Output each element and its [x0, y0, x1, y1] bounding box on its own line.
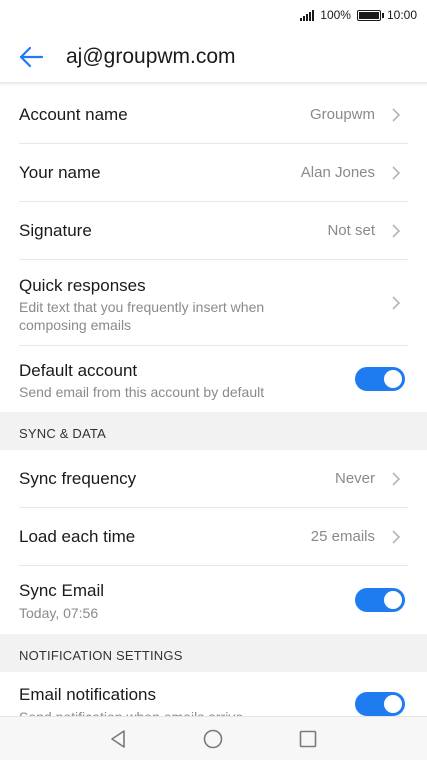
sync-email-row[interactable]: Sync Email Today, 07:56 [0, 566, 427, 634]
chevron-right-icon [392, 296, 401, 310]
page-title: aj@groupwm.com [66, 45, 236, 68]
chevron-right-icon [392, 472, 401, 486]
app-bar: aj@groupwm.com [0, 30, 427, 82]
system-nav-bar [0, 716, 427, 760]
circle-home-icon[interactable] [202, 728, 224, 750]
default-account-toggle[interactable] [355, 367, 405, 391]
your-name-label: Your name [19, 163, 101, 182]
settings-list[interactable]: Account name Groupwm Your name Alan Jone… [0, 86, 427, 716]
notification-section-title: NOTIFICATION SETTINGS [19, 648, 183, 663]
account-name-label: Account name [19, 105, 128, 124]
default-account-subtitle: Send email from this account by default [19, 384, 265, 400]
toggle-knob [384, 370, 402, 388]
chevron-right-icon [392, 166, 401, 180]
sync-email-subtitle: Today, 07:56 [19, 605, 99, 621]
arrow-left-icon[interactable] [18, 44, 44, 70]
signature-row[interactable]: Signature Not set [0, 202, 427, 260]
signature-value: Not set [327, 222, 375, 239]
section-header-sync: SYNC & DATA [0, 412, 427, 450]
sync-frequency-value: Never [334, 470, 375, 487]
account-name-row[interactable]: Account name Groupwm [0, 86, 427, 144]
email-notifications-toggle[interactable] [355, 692, 405, 716]
triangle-back-icon[interactable] [108, 728, 130, 750]
toggle-knob [384, 695, 402, 713]
email-notifications-label: Email notifications [19, 685, 157, 704]
signature-label: Signature [19, 221, 92, 240]
clock: 10:00 [386, 8, 417, 22]
battery-icon [356, 9, 384, 21]
quick-responses-subtitle: Edit text that you frequently insert whe… [19, 299, 265, 333]
toggle-knob [384, 591, 402, 609]
sync-email-label: Sync Email [19, 581, 105, 600]
email-notifications-subtitle: Send notification when emails arrive [19, 708, 319, 716]
chevron-right-icon [392, 224, 401, 238]
square-recents-icon[interactable] [297, 728, 319, 750]
your-name-value: Alan Jones [300, 164, 375, 181]
quick-responses-label: Quick responses [19, 276, 146, 295]
chevron-right-icon [392, 108, 401, 122]
default-account-label: Default account [19, 361, 138, 380]
sync-email-toggle[interactable] [355, 588, 405, 612]
sync-frequency-row[interactable]: Sync frequency Never [0, 450, 427, 508]
load-each-time-label: Load each time [19, 527, 136, 546]
account-name-value: Groupwm [309, 106, 375, 123]
battery-percent: 100% [320, 8, 351, 22]
chevron-right-icon [392, 530, 401, 544]
section-header-notifications: NOTIFICATION SETTINGS [0, 634, 427, 672]
default-account-row[interactable]: Default account Send email from this acc… [0, 346, 427, 412]
load-each-time-value: 25 emails [310, 528, 375, 545]
sync-frequency-label: Sync frequency [19, 469, 137, 488]
sync-section-title: SYNC & DATA [19, 426, 106, 441]
signal-icon [300, 9, 315, 21]
your-name-row[interactable]: Your name Alan Jones [0, 144, 427, 202]
load-each-time-row[interactable]: Load each time 25 emails [0, 508, 427, 566]
status-bar: 100% 10:00 [0, 0, 427, 30]
battery-level-fill [358, 11, 379, 19]
quick-responses-row[interactable]: Quick responses Edit text that you frequ… [0, 260, 427, 346]
status-indicators: 100% 10:00 [300, 8, 417, 22]
email-notifications-row[interactable]: Email notifications Send notification wh… [0, 672, 427, 716]
